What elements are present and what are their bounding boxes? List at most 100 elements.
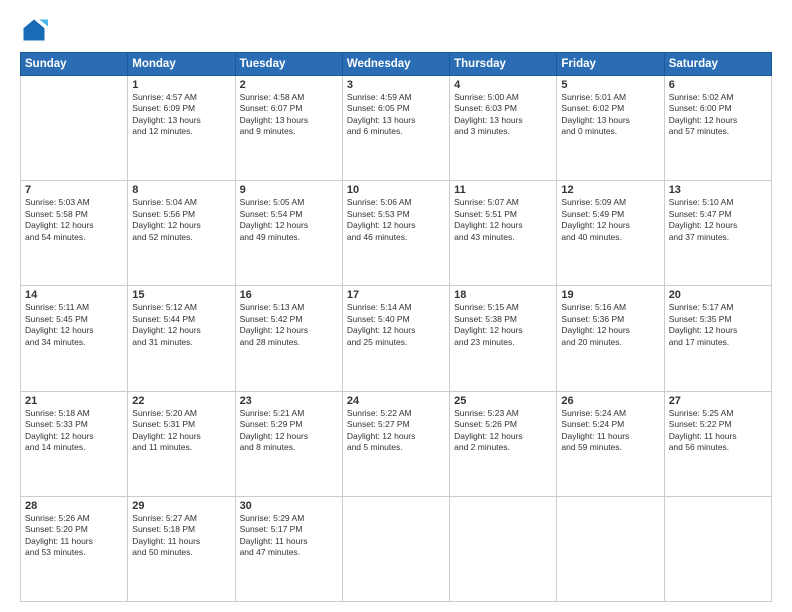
day-number: 23 xyxy=(240,395,338,407)
day-number: 9 xyxy=(240,184,338,196)
day-number: 27 xyxy=(669,395,767,407)
day-number: 3 xyxy=(347,79,445,91)
day-info: Sunrise: 5:10 AM Sunset: 5:47 PM Dayligh… xyxy=(669,197,767,243)
day-number: 16 xyxy=(240,289,338,301)
calendar-cell xyxy=(664,496,771,601)
day-info: Sunrise: 5:04 AM Sunset: 5:56 PM Dayligh… xyxy=(132,197,230,243)
weekday-header-monday: Monday xyxy=(128,53,235,76)
page: SundayMondayTuesdayWednesdayThursdayFrid… xyxy=(0,0,792,612)
logo xyxy=(20,16,52,44)
calendar-cell: 3Sunrise: 4:59 AM Sunset: 6:05 PM Daylig… xyxy=(342,76,449,181)
calendar-cell: 6Sunrise: 5:02 AM Sunset: 6:00 PM Daylig… xyxy=(664,76,771,181)
day-info: Sunrise: 5:29 AM Sunset: 5:17 PM Dayligh… xyxy=(240,513,338,559)
day-info: Sunrise: 5:27 AM Sunset: 5:18 PM Dayligh… xyxy=(132,513,230,559)
day-number: 22 xyxy=(132,395,230,407)
calendar-cell: 10Sunrise: 5:06 AM Sunset: 5:53 PM Dayli… xyxy=(342,181,449,286)
day-number: 29 xyxy=(132,500,230,512)
day-number: 21 xyxy=(25,395,123,407)
calendar-cell xyxy=(342,496,449,601)
day-number: 12 xyxy=(561,184,659,196)
day-number: 11 xyxy=(454,184,552,196)
day-info: Sunrise: 5:01 AM Sunset: 6:02 PM Dayligh… xyxy=(561,92,659,138)
calendar-cell: 27Sunrise: 5:25 AM Sunset: 5:22 PM Dayli… xyxy=(664,391,771,496)
calendar-cell: 4Sunrise: 5:00 AM Sunset: 6:03 PM Daylig… xyxy=(450,76,557,181)
weekday-header-sunday: Sunday xyxy=(21,53,128,76)
day-number: 20 xyxy=(669,289,767,301)
day-info: Sunrise: 5:14 AM Sunset: 5:40 PM Dayligh… xyxy=(347,302,445,348)
calendar-cell: 14Sunrise: 5:11 AM Sunset: 5:45 PM Dayli… xyxy=(21,286,128,391)
calendar-cell: 8Sunrise: 5:04 AM Sunset: 5:56 PM Daylig… xyxy=(128,181,235,286)
calendar-cell xyxy=(450,496,557,601)
day-number: 30 xyxy=(240,500,338,512)
day-number: 5 xyxy=(561,79,659,91)
day-info: Sunrise: 5:16 AM Sunset: 5:36 PM Dayligh… xyxy=(561,302,659,348)
calendar-cell: 19Sunrise: 5:16 AM Sunset: 5:36 PM Dayli… xyxy=(557,286,664,391)
day-info: Sunrise: 4:58 AM Sunset: 6:07 PM Dayligh… xyxy=(240,92,338,138)
day-number: 1 xyxy=(132,79,230,91)
day-info: Sunrise: 5:09 AM Sunset: 5:49 PM Dayligh… xyxy=(561,197,659,243)
calendar-cell: 29Sunrise: 5:27 AM Sunset: 5:18 PM Dayli… xyxy=(128,496,235,601)
calendar-cell: 13Sunrise: 5:10 AM Sunset: 5:47 PM Dayli… xyxy=(664,181,771,286)
weekday-header-wednesday: Wednesday xyxy=(342,53,449,76)
day-info: Sunrise: 4:57 AM Sunset: 6:09 PM Dayligh… xyxy=(132,92,230,138)
day-number: 7 xyxy=(25,184,123,196)
calendar-cell: 1Sunrise: 4:57 AM Sunset: 6:09 PM Daylig… xyxy=(128,76,235,181)
day-number: 28 xyxy=(25,500,123,512)
calendar-cell: 23Sunrise: 5:21 AM Sunset: 5:29 PM Dayli… xyxy=(235,391,342,496)
week-row-3: 14Sunrise: 5:11 AM Sunset: 5:45 PM Dayli… xyxy=(21,286,772,391)
day-info: Sunrise: 5:13 AM Sunset: 5:42 PM Dayligh… xyxy=(240,302,338,348)
day-number: 4 xyxy=(454,79,552,91)
day-number: 17 xyxy=(347,289,445,301)
calendar-cell: 24Sunrise: 5:22 AM Sunset: 5:27 PM Dayli… xyxy=(342,391,449,496)
day-info: Sunrise: 5:23 AM Sunset: 5:26 PM Dayligh… xyxy=(454,408,552,454)
calendar-cell: 17Sunrise: 5:14 AM Sunset: 5:40 PM Dayli… xyxy=(342,286,449,391)
weekday-header-saturday: Saturday xyxy=(664,53,771,76)
day-number: 6 xyxy=(669,79,767,91)
day-number: 18 xyxy=(454,289,552,301)
day-number: 26 xyxy=(561,395,659,407)
day-number: 2 xyxy=(240,79,338,91)
day-info: Sunrise: 5:05 AM Sunset: 5:54 PM Dayligh… xyxy=(240,197,338,243)
day-info: Sunrise: 5:02 AM Sunset: 6:00 PM Dayligh… xyxy=(669,92,767,138)
day-info: Sunrise: 5:12 AM Sunset: 5:44 PM Dayligh… xyxy=(132,302,230,348)
calendar-cell: 20Sunrise: 5:17 AM Sunset: 5:35 PM Dayli… xyxy=(664,286,771,391)
day-info: Sunrise: 5:17 AM Sunset: 5:35 PM Dayligh… xyxy=(669,302,767,348)
calendar-cell: 25Sunrise: 5:23 AM Sunset: 5:26 PM Dayli… xyxy=(450,391,557,496)
header xyxy=(20,16,772,44)
weekday-header-row: SundayMondayTuesdayWednesdayThursdayFrid… xyxy=(21,53,772,76)
day-number: 14 xyxy=(25,289,123,301)
calendar-cell: 26Sunrise: 5:24 AM Sunset: 5:24 PM Dayli… xyxy=(557,391,664,496)
calendar-cell: 12Sunrise: 5:09 AM Sunset: 5:49 PM Dayli… xyxy=(557,181,664,286)
calendar-cell: 28Sunrise: 5:26 AM Sunset: 5:20 PM Dayli… xyxy=(21,496,128,601)
week-row-5: 28Sunrise: 5:26 AM Sunset: 5:20 PM Dayli… xyxy=(21,496,772,601)
calendar-cell: 21Sunrise: 5:18 AM Sunset: 5:33 PM Dayli… xyxy=(21,391,128,496)
day-info: Sunrise: 5:22 AM Sunset: 5:27 PM Dayligh… xyxy=(347,408,445,454)
calendar-cell: 9Sunrise: 5:05 AM Sunset: 5:54 PM Daylig… xyxy=(235,181,342,286)
day-info: Sunrise: 5:26 AM Sunset: 5:20 PM Dayligh… xyxy=(25,513,123,559)
calendar-cell: 30Sunrise: 5:29 AM Sunset: 5:17 PM Dayli… xyxy=(235,496,342,601)
weekday-header-tuesday: Tuesday xyxy=(235,53,342,76)
day-info: Sunrise: 5:00 AM Sunset: 6:03 PM Dayligh… xyxy=(454,92,552,138)
calendar-cell: 15Sunrise: 5:12 AM Sunset: 5:44 PM Dayli… xyxy=(128,286,235,391)
calendar-cell: 5Sunrise: 5:01 AM Sunset: 6:02 PM Daylig… xyxy=(557,76,664,181)
day-info: Sunrise: 5:21 AM Sunset: 5:29 PM Dayligh… xyxy=(240,408,338,454)
day-info: Sunrise: 5:25 AM Sunset: 5:22 PM Dayligh… xyxy=(669,408,767,454)
day-number: 19 xyxy=(561,289,659,301)
calendar-cell: 22Sunrise: 5:20 AM Sunset: 5:31 PM Dayli… xyxy=(128,391,235,496)
logo-icon xyxy=(20,16,48,44)
day-info: Sunrise: 5:15 AM Sunset: 5:38 PM Dayligh… xyxy=(454,302,552,348)
day-number: 10 xyxy=(347,184,445,196)
weekday-header-thursday: Thursday xyxy=(450,53,557,76)
day-number: 25 xyxy=(454,395,552,407)
day-info: Sunrise: 5:18 AM Sunset: 5:33 PM Dayligh… xyxy=(25,408,123,454)
day-info: Sunrise: 5:03 AM Sunset: 5:58 PM Dayligh… xyxy=(25,197,123,243)
day-number: 24 xyxy=(347,395,445,407)
calendar-cell: 7Sunrise: 5:03 AM Sunset: 5:58 PM Daylig… xyxy=(21,181,128,286)
calendar-cell xyxy=(557,496,664,601)
calendar-cell: 18Sunrise: 5:15 AM Sunset: 5:38 PM Dayli… xyxy=(450,286,557,391)
weekday-header-friday: Friday xyxy=(557,53,664,76)
day-info: Sunrise: 5:11 AM Sunset: 5:45 PM Dayligh… xyxy=(25,302,123,348)
calendar-cell xyxy=(21,76,128,181)
day-number: 8 xyxy=(132,184,230,196)
day-number: 13 xyxy=(669,184,767,196)
